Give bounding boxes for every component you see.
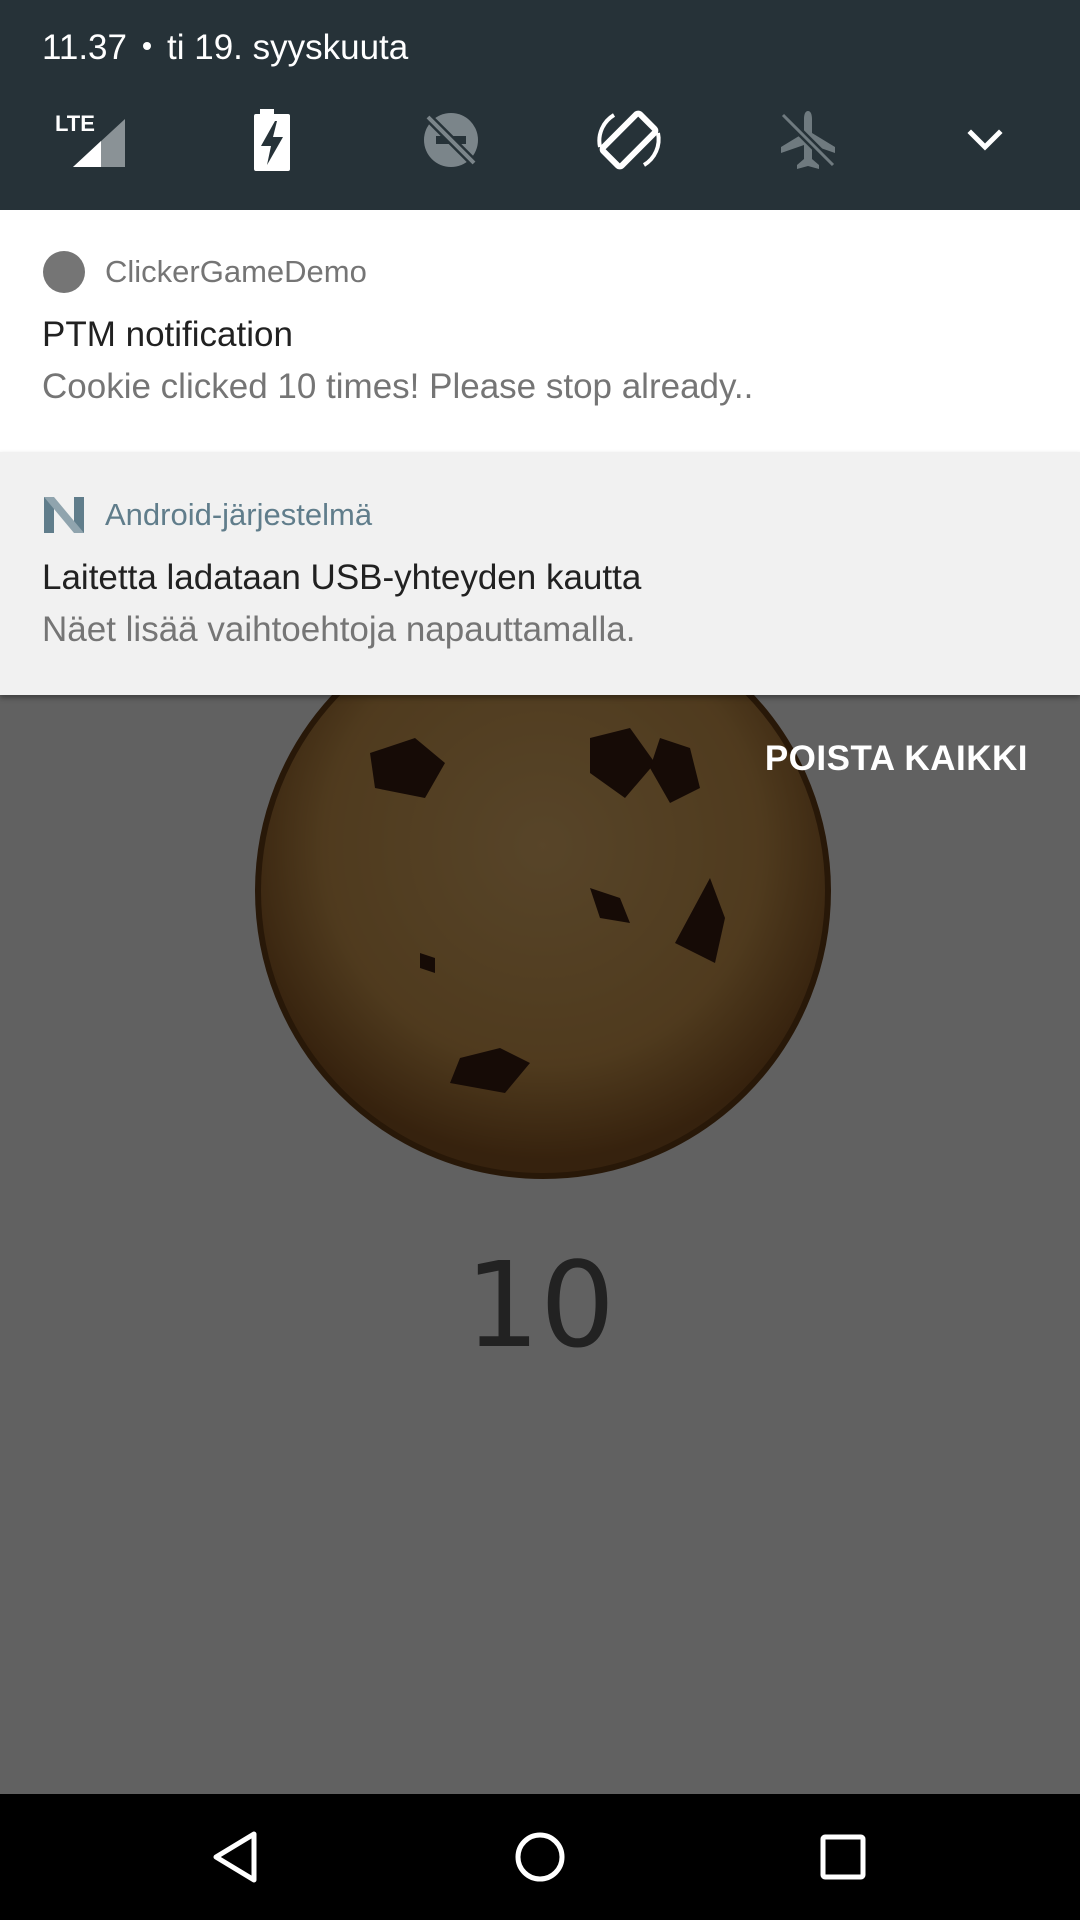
- notification-text: Näet lisää vaihtoehtoja napauttamalla.: [42, 610, 636, 649]
- notification-app-name: ClickerGameDemo: [105, 254, 367, 289]
- date-time: 11.37 ti 19. syyskuuta: [42, 24, 408, 72]
- android-n-logo-icon: [44, 497, 84, 533]
- notification-clickergame[interactable]: ClickerGameDemo PTM notification Cookie …: [0, 210, 1080, 453]
- lte-signal-icon[interactable]: LTE: [55, 105, 125, 175]
- expand-chevron-icon[interactable]: [950, 105, 1020, 175]
- notification-text: Cookie clicked 10 times! Please stop alr…: [42, 367, 754, 406]
- do-not-disturb-off-icon[interactable]: [416, 105, 486, 175]
- separator-dot: [143, 41, 151, 50]
- home-icon[interactable]: [505, 1822, 575, 1892]
- date-label: ti 19. syyskuuta: [167, 28, 409, 67]
- notification-app-name: Android-järjestelmä: [105, 497, 373, 532]
- battery-charging-icon[interactable]: [237, 105, 307, 175]
- notification-android-system[interactable]: Android-järjestelmä Laitetta ladataan US…: [0, 452, 1080, 695]
- notification-title: Laitetta ladataan USB-yhteyden kautta: [42, 558, 642, 597]
- notification-title: PTM notification: [42, 315, 293, 354]
- clock-time: 11.37: [42, 28, 127, 67]
- quick-settings-header: 11.37 ti 19. syyskuuta LTE: [0, 0, 1080, 210]
- airplane-mode-off-icon[interactable]: [773, 105, 843, 175]
- back-icon[interactable]: [202, 1822, 272, 1892]
- lte-label: LTE: [55, 111, 95, 136]
- recents-icon[interactable]: [808, 1822, 878, 1892]
- clear-all-button[interactable]: POISTA KAIKKI: [765, 736, 1028, 782]
- circle-app-icon: [43, 251, 85, 293]
- auto-rotate-icon[interactable]: [594, 105, 664, 175]
- navigation-bar: [0, 1794, 1080, 1920]
